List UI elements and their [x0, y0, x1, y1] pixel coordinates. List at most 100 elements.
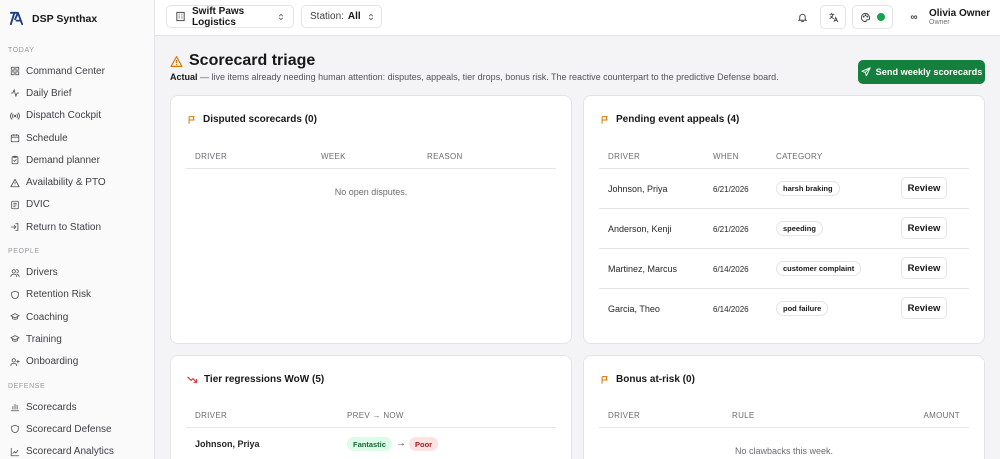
line-chart-icon [10, 447, 20, 457]
category-badge: pod failure [776, 301, 829, 316]
empty-state: No clawbacks this week. [734, 446, 834, 456]
sidebar-item-dvic[interactable]: DVIC [0, 194, 154, 216]
category-badge: customer complaint [776, 261, 862, 276]
row-when: 6/21/2026 [713, 185, 749, 194]
sidebar-item-retention-risk[interactable]: Retention Risk [0, 284, 154, 306]
sidebar-section-people: PEOPLE Drivers Retention Risk Coaching T… [0, 248, 154, 372]
row-driver: Martinez, Marcus [608, 264, 678, 274]
user-plus-icon [10, 357, 20, 367]
shield-icon [10, 424, 20, 434]
review-button[interactable]: Review [901, 297, 947, 319]
sidebar-item-label: Onboarding [26, 356, 79, 368]
station-label: Station: [310, 11, 344, 22]
sidebar-item-label: Retention Risk [26, 289, 92, 301]
status-dot [877, 13, 885, 21]
sidebar-item-scorecards[interactable]: Scorecards [0, 396, 154, 418]
translate-icon [828, 12, 839, 23]
sidebar-item-availability-pto[interactable]: Availability & PTO [0, 171, 154, 193]
sidebar-item-label: Command Center [26, 65, 105, 77]
card-title: Tier regressions WoW (5) [187, 374, 324, 385]
sidebar-item-label: Return to Station [26, 221, 102, 233]
tier-regressions-card: Tier regressions WoW (5) DRIVER PREV → N… [170, 355, 572, 459]
chevron-updown-icon [277, 13, 285, 21]
sidebar-item-onboarding[interactable]: Onboarding [0, 351, 154, 373]
category-badge: harsh braking [776, 181, 840, 196]
divider [599, 288, 969, 289]
section-label-today: TODAY [8, 47, 35, 54]
review-button[interactable]: Review [901, 217, 947, 239]
user-menu[interactable]: ∞ Olivia Owner Owner [905, 4, 990, 30]
org-name: Swift Paws Logistics [192, 5, 245, 28]
section-label-defense: DEFENSE [8, 382, 46, 390]
sidebar-item-schedule[interactable]: Schedule [0, 127, 154, 149]
theme-status-button[interactable] [852, 5, 893, 29]
sidebar-item-label: Dispatch Cockpit [26, 110, 102, 122]
row-when: 6/21/2026 [713, 225, 749, 234]
sidebar-item-drivers[interactable]: Drivers [0, 261, 154, 283]
pulse-icon [10, 88, 20, 98]
column-header-rule: RULE [732, 411, 755, 420]
sidebar-item-return-to-station[interactable]: Return to Station [0, 216, 154, 238]
main-content: Scorecard triage Actual — live items alr… [155, 36, 1000, 459]
user-info: Olivia Owner Owner [929, 8, 990, 26]
sidebar-item-label: Daily Brief [26, 87, 72, 99]
brand-logo-icon [8, 10, 25, 27]
flag-icon [600, 115, 610, 125]
language-button[interactable] [820, 5, 846, 29]
brand[interactable]: DSP Synthax [0, 0, 154, 37]
column-header-driver: DRIVER [608, 411, 641, 420]
divider [599, 168, 969, 169]
alert-triangle-icon [10, 178, 20, 188]
column-header-amount: AMOUNT [923, 411, 960, 420]
card-title-text: Pending event appeals (4) [616, 114, 740, 125]
shield-icon [10, 290, 20, 300]
send-icon [861, 67, 871, 77]
sidebar-item-label: DVIC [26, 199, 50, 211]
sidebar: DSP Synthax TODAY Command Center Daily B… [0, 0, 155, 459]
user-role: Owner [929, 19, 950, 26]
row-when: 6/14/2026 [713, 305, 749, 314]
arrow-right-icon: → [396, 438, 406, 449]
clipboard-check-icon [10, 155, 20, 165]
sidebar-item-label: Scorecard Analytics [26, 446, 114, 458]
disputed-scorecards-card: Disputed scorecards (0) DRIVER WEEK REAS… [170, 95, 572, 344]
topbar: Swift Paws Logistics Station: All ∞ Oliv… [155, 0, 1000, 36]
grid-icon [10, 66, 20, 76]
sidebar-item-label: Demand planner [26, 154, 100, 166]
sidebar-item-training[interactable]: Training [0, 328, 154, 350]
sidebar-item-scorecard-analytics[interactable]: Scorecard Analytics [0, 440, 154, 459]
notifications-button[interactable] [789, 5, 815, 29]
station-selector[interactable]: Station: All [301, 5, 382, 28]
radio-icon [10, 111, 20, 121]
review-button[interactable]: Review [901, 177, 947, 199]
page-title-text: Scorecard triage [189, 52, 316, 69]
card-title: Pending event appeals (4) [600, 114, 739, 125]
sidebar-item-coaching[interactable]: Coaching [0, 306, 154, 328]
row-driver: Garcia, Theo [608, 304, 660, 314]
column-header-category: CATEGORY [776, 152, 823, 161]
row-when: 6/14/2026 [713, 265, 749, 274]
sidebar-item-demand-planner[interactable]: Demand planner [0, 149, 154, 171]
card-title-text: Tier regressions WoW (5) [204, 374, 325, 385]
org-selector[interactable]: Swift Paws Logistics [166, 5, 294, 28]
station-value: All [347, 11, 361, 22]
brand-name: DSP Synthax [32, 12, 98, 25]
sidebar-item-dispatch-cockpit[interactable]: Dispatch Cockpit [0, 105, 154, 127]
review-button[interactable]: Review [901, 257, 947, 279]
divider [599, 427, 969, 428]
send-weekly-scorecards-button[interactable]: Send weekly scorecards [858, 60, 985, 84]
sidebar-item-scorecard-defense[interactable]: Scorecard Defense [0, 418, 154, 440]
building-icon [175, 11, 186, 22]
column-header-driver: DRIVER [195, 411, 228, 420]
calendar-icon [10, 133, 20, 143]
column-header-week: WEEK [321, 152, 346, 161]
send-button-label: Send weekly scorecards [875, 67, 983, 77]
palette-icon [860, 12, 871, 23]
bell-icon [797, 12, 808, 23]
graduation-cap-icon [10, 334, 20, 344]
category-badge: speeding [776, 221, 823, 236]
sidebar-item-label: Scorecards [26, 401, 77, 413]
trending-down-icon [187, 374, 198, 385]
sidebar-item-daily-brief[interactable]: Daily Brief [0, 82, 154, 104]
sidebar-item-command-center[interactable]: Command Center [0, 60, 154, 82]
